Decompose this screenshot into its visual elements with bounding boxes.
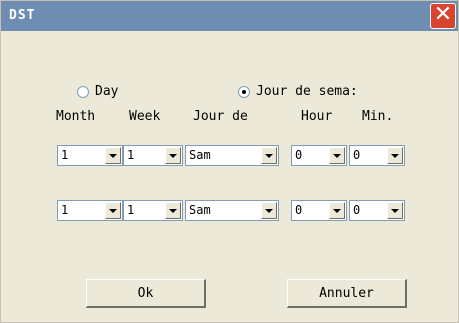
title-bar[interactable]: DST ✕ [1,1,458,31]
start-hour-select[interactable]: 0 [291,145,347,166]
radio-day-icon [77,85,89,98]
end-day-select[interactable]: Sam [185,200,279,221]
chevron-down-icon[interactable] [105,202,121,219]
header-month: Month [56,109,96,124]
end-week-select[interactable]: 1 [123,200,183,221]
radio-weekday[interactable]: Jour de sema: [238,84,358,99]
header-day: Jour de [193,109,248,124]
header-min: Min. [362,109,394,124]
radio-day[interactable]: Day [77,84,118,99]
chevron-down-icon[interactable] [105,147,121,164]
chevron-down-icon[interactable] [387,202,403,219]
chevron-down-icon[interactable] [261,202,277,219]
header-hour: Hour [301,109,333,124]
close-icon[interactable]: ✕ [430,3,456,29]
end-month-select[interactable]: 1 [57,200,123,221]
start-min-select[interactable]: 0 [349,145,405,166]
radio-weekday-icon [238,85,250,98]
chevron-down-icon[interactable] [165,147,181,164]
dst-dialog: DST ✕ Day Jour de sema: Month Week Jour … [0,0,459,323]
chevron-down-icon[interactable] [329,147,345,164]
cancel-button[interactable]: Annuler [287,279,407,308]
end-hour-select[interactable]: 0 [291,200,347,221]
radio-day-label: Day [95,84,119,99]
start-month-select[interactable]: 1 [57,145,123,166]
ok-button[interactable]: Ok [86,279,206,308]
start-week-select[interactable]: 1 [123,145,183,166]
window-title: DST [9,8,36,23]
end-min-select[interactable]: 0 [349,200,405,221]
chevron-down-icon[interactable] [261,147,277,164]
chevron-down-icon[interactable] [329,202,345,219]
header-week: Week [129,109,161,124]
chevron-down-icon[interactable] [387,147,403,164]
radio-weekday-label: Jour de sema: [256,84,358,99]
chevron-down-icon[interactable] [165,202,181,219]
start-day-select[interactable]: Sam [185,145,279,166]
